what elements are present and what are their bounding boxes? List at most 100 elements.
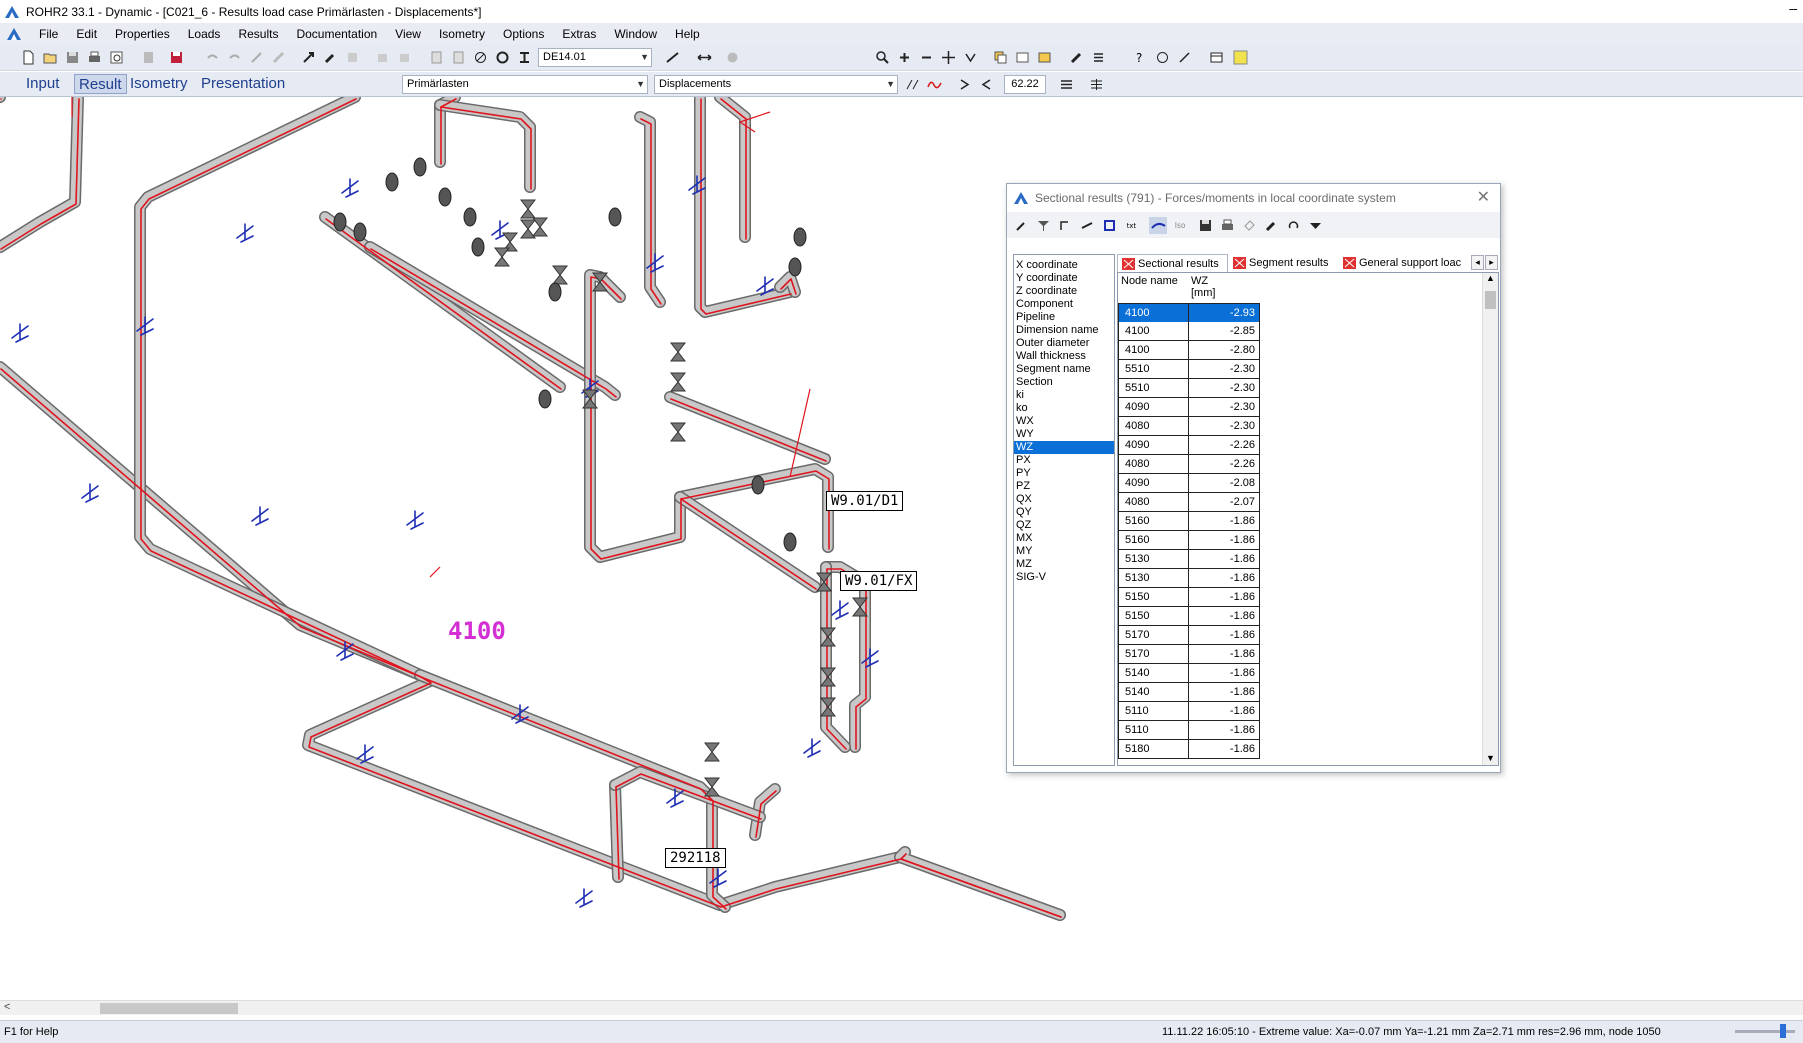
field-item[interactable]: Wall thickness [1014, 350, 1114, 363]
valve-symbol[interactable] [519, 219, 537, 239]
field-item[interactable]: MZ [1014, 558, 1114, 571]
field-item[interactable]: SIG-V [1014, 571, 1114, 584]
field-item[interactable]: WX [1014, 415, 1114, 428]
table-icon[interactable] [1208, 49, 1225, 66]
deformed-shape[interactable] [140, 98, 1062, 918]
pipe-support-symbol[interactable] [341, 178, 359, 198]
grid-scroll-thumb[interactable] [1485, 291, 1496, 309]
flange-symbol[interactable] [751, 475, 765, 495]
copy-icon[interactable] [374, 49, 391, 66]
curve-icon[interactable] [926, 76, 943, 93]
table-row[interactable]: 5150 -1.86 [1118, 607, 1260, 626]
pipe-support-symbol[interactable] [236, 223, 254, 243]
text-icon[interactable]: txt [1123, 217, 1143, 234]
table-row[interactable]: 5110 -1.86 [1118, 702, 1260, 721]
flange-symbol[interactable] [538, 389, 552, 409]
pipe-outline[interactable] [584, 269, 686, 563]
refresh-icon[interactable] [1285, 217, 1302, 234]
field-item[interactable]: Outer diameter [1014, 337, 1114, 350]
pipe-segment[interactable] [895, 847, 1065, 920]
table-row[interactable]: 4100 -2.85 [1118, 322, 1260, 341]
horizontal-scrollbar[interactable]: < [0, 1000, 1803, 1015]
document-icon[interactable] [6, 26, 22, 42]
pipe-outline[interactable] [0, 361, 426, 681]
new-file-icon[interactable] [20, 49, 37, 66]
pipe-support-symbol[interactable] [11, 323, 29, 343]
dialog-close-button[interactable]: ✕ [1477, 184, 1490, 212]
flange-symbol[interactable] [608, 207, 622, 227]
pipette-icon[interactable] [322, 49, 339, 66]
pipe-segment[interactable] [135, 97, 1065, 920]
field-item[interactable]: PX [1014, 454, 1114, 467]
flange-symbol[interactable] [438, 187, 452, 207]
dialog-pipette-icon[interactable] [1263, 217, 1280, 234]
next-icon[interactable] [956, 76, 973, 93]
iso-icon[interactable]: Iso [1171, 217, 1191, 234]
field-item[interactable]: Segment name [1014, 363, 1114, 376]
help-cursor-icon[interactable] [724, 49, 741, 66]
table-row[interactable]: 5180 -1.86 [1118, 740, 1260, 759]
tab-result[interactable]: Result [74, 74, 127, 94]
table-row[interactable]: 4100 -2.93 [1118, 303, 1260, 322]
valve-symbol[interactable] [669, 422, 687, 442]
table-row[interactable]: 5510 -2.30 [1118, 379, 1260, 398]
table-row[interactable]: 5160 -1.86 [1118, 531, 1260, 550]
tab-segment-results[interactable]: Segment results [1229, 254, 1339, 272]
rotate-icon[interactable] [962, 49, 979, 66]
flange-symbol[interactable] [385, 172, 399, 192]
isometric-canvas[interactable]: 4100 W9.01/D1 W9.01/FX 292118 [0, 97, 1803, 1000]
list-icon[interactable] [1090, 49, 1107, 66]
field-item[interactable]: MX [1014, 532, 1114, 545]
weight-icon[interactable] [1154, 49, 1171, 66]
field-item[interactable]: ko [1014, 402, 1114, 415]
tab-scroll-right-icon[interactable]: ▸ [1485, 255, 1498, 270]
table-row[interactable]: 5130 -1.86 [1118, 550, 1260, 569]
valve-symbol[interactable] [519, 199, 537, 219]
zoom-out-icon[interactable] [918, 49, 935, 66]
menu-isometry[interactable]: Isometry [430, 27, 494, 41]
edit-disabled-icon[interactable] [344, 49, 361, 66]
minimize-button[interactable]: – [1789, 0, 1797, 16]
flange-symbol[interactable] [333, 212, 347, 232]
measure-icon[interactable] [664, 49, 681, 66]
pipe-support-symbol[interactable] [575, 888, 593, 908]
result-type-select[interactable]: Displacements ▼ [654, 75, 898, 94]
page-icon[interactable] [428, 49, 445, 66]
save-disk-icon[interactable] [168, 49, 185, 66]
frame-icon[interactable] [1101, 217, 1118, 234]
menu-documentation[interactable]: Documentation [287, 27, 386, 41]
window-icon[interactable] [1014, 49, 1031, 66]
table-row[interactable]: 4080 -2.07 [1118, 493, 1260, 512]
flange-symbol[interactable] [548, 282, 562, 302]
valve-symbol[interactable] [531, 217, 549, 237]
settings-icon[interactable] [494, 49, 511, 66]
pencil-icon[interactable] [1068, 49, 1085, 66]
field-item[interactable]: Dimension name [1014, 324, 1114, 337]
columns-icon[interactable] [1088, 76, 1105, 93]
print-preview-icon[interactable] [108, 49, 125, 66]
tab-sectional-results[interactable]: Sectional results [1117, 254, 1228, 272]
piping-drawing[interactable] [0, 97, 1803, 1000]
pipe-segment[interactable] [715, 97, 750, 242]
table-row[interactable]: 4090 -2.26 [1118, 436, 1260, 455]
menu-file[interactable]: File [30, 27, 67, 41]
table-row[interactable]: 5150 -1.86 [1118, 588, 1260, 607]
flange-symbol[interactable] [413, 157, 427, 177]
load-case-select[interactable]: Primärlasten ▼ [402, 75, 648, 94]
pick-icon[interactable] [1079, 217, 1096, 234]
table-row[interactable]: 4080 -2.26 [1118, 455, 1260, 474]
field-item[interactable]: MY [1014, 545, 1114, 558]
valve-symbol[interactable] [551, 265, 569, 285]
table-row[interactable]: 5170 -1.86 [1118, 626, 1260, 645]
save-icon[interactable] [64, 49, 81, 66]
zoom-icon[interactable] [874, 49, 891, 66]
field-list[interactable]: X coordinate Y coordinate Z coordinate Comp… [1013, 254, 1115, 766]
pipe-segment[interactable] [635, 112, 665, 307]
redo-icon[interactable] [226, 49, 243, 66]
field-item[interactable]: Y coordinate [1014, 272, 1114, 285]
table-row[interactable]: 5130 -1.86 [1118, 569, 1260, 588]
dialog-title-bar[interactable]: Sectional results (791) - Forces/moments… [1007, 184, 1500, 212]
table-row[interactable]: 5170 -1.86 [1118, 645, 1260, 664]
tab-scroll-left-icon[interactable]: ◂ [1471, 255, 1484, 270]
zoom-slider-track[interactable] [1735, 1030, 1795, 1033]
